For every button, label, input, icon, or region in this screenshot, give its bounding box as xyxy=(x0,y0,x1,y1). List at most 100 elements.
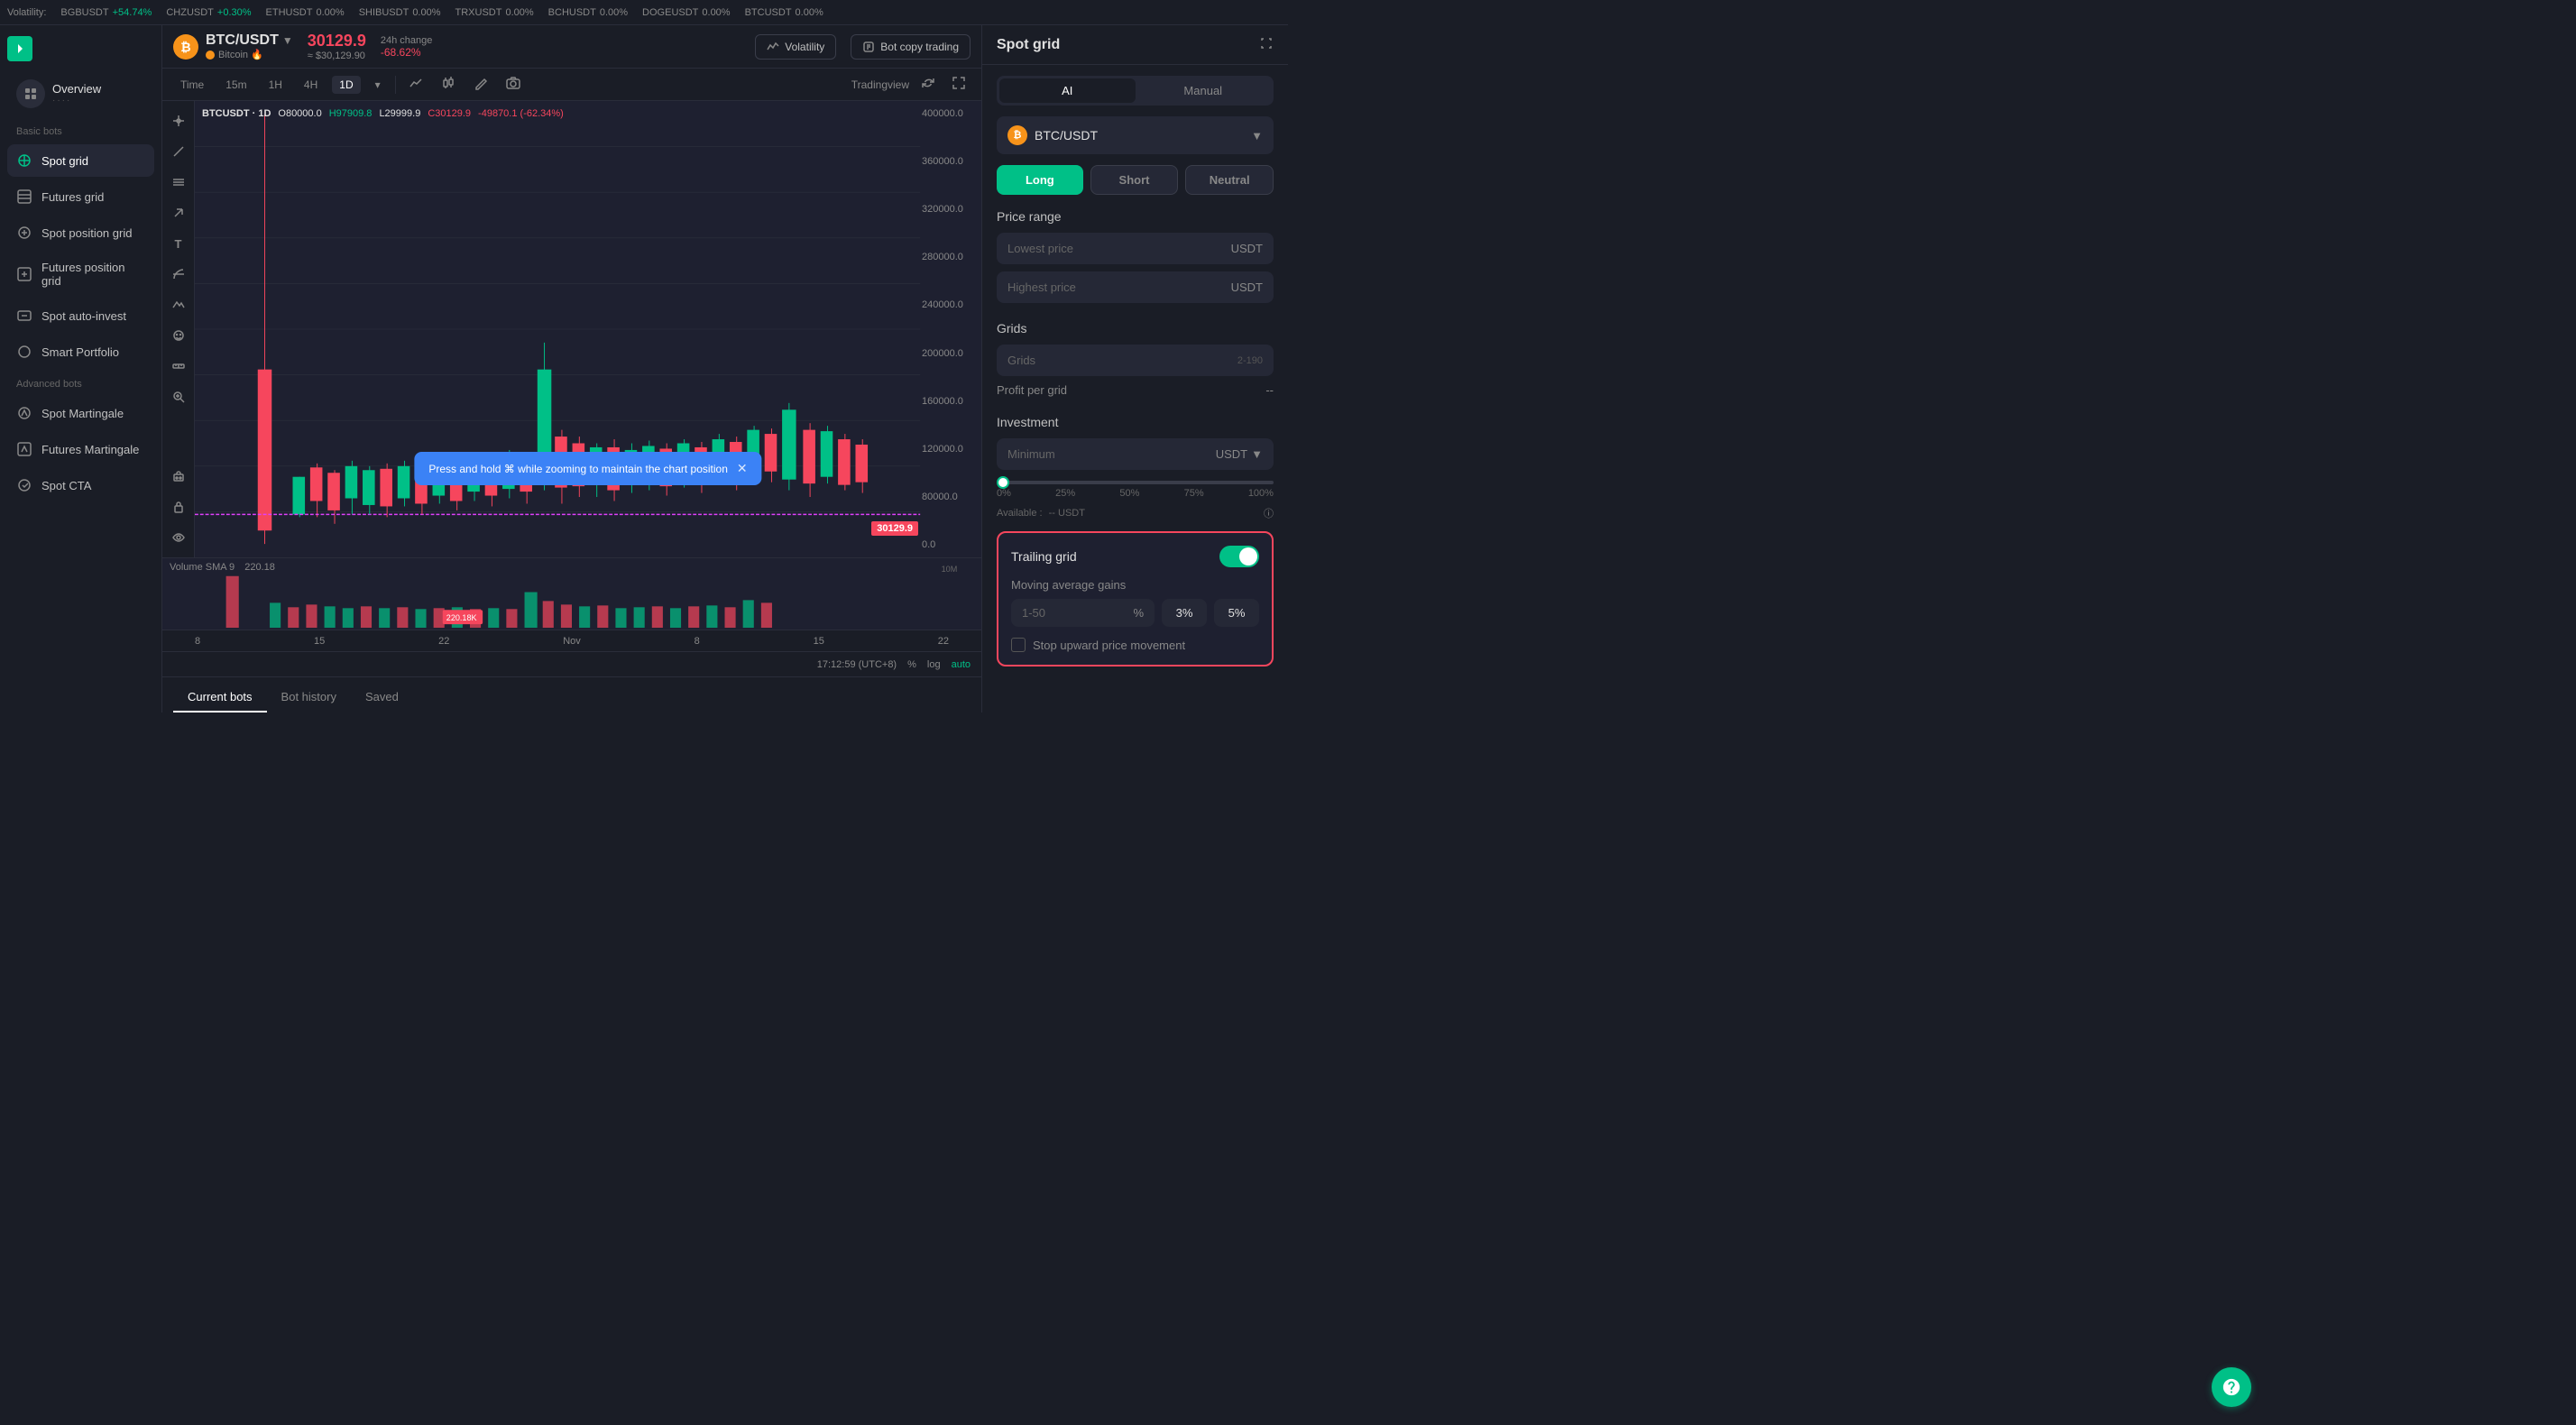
time-axis: 8 15 22 Nov 8 15 22 xyxy=(162,630,981,651)
lowest-price-unit: USDT xyxy=(1231,242,1263,255)
grids-section: Grids Grids 2-190 Profit per grid -- xyxy=(982,321,1288,415)
panel-expand-icon[interactable] xyxy=(1259,36,1274,53)
draw-tool-icon[interactable] xyxy=(468,72,493,97)
arrow-tool[interactable] xyxy=(166,200,191,225)
mode-tab-manual[interactable]: Manual xyxy=(1136,78,1272,103)
ma-val-5pct[interactable]: 5% xyxy=(1214,599,1259,627)
investment-amount-input[interactable]: Minimum USDT ▼ xyxy=(997,438,1274,470)
tab-saved[interactable]: Saved xyxy=(351,683,413,712)
horizontal-lines-tool[interactable] xyxy=(166,170,191,195)
mode-tab-ai[interactable]: AI xyxy=(999,78,1136,103)
tab-current-bots[interactable]: Current bots xyxy=(173,683,267,712)
timeframe-time[interactable]: Time xyxy=(173,76,211,94)
sidebar-item-futures-grid[interactable]: Futures grid xyxy=(7,180,154,213)
lock-icon[interactable] xyxy=(166,494,191,519)
slider-thumb[interactable] xyxy=(997,476,1009,489)
ma-range-input[interactable]: 1-50 % xyxy=(1011,599,1155,627)
available-balance-row: Available : -- USDT ⓘ xyxy=(997,506,1274,520)
timeframe-4h[interactable]: 4H xyxy=(297,76,325,94)
crosshair-tool[interactable] xyxy=(166,108,191,133)
investment-slider[interactable]: 0% 25% 50% 75% 100% xyxy=(997,481,1274,499)
timeframe-1h[interactable]: 1H xyxy=(262,76,290,94)
pair-selector[interactable]: ₿ BTC/USDT ▼ xyxy=(997,116,1274,154)
chart-type-line-icon[interactable] xyxy=(403,72,428,97)
spot-position-icon xyxy=(16,225,32,241)
sidebar-item-spot-grid[interactable]: Spot grid xyxy=(7,144,154,177)
lowest-price-input[interactable]: Lowest price USDT xyxy=(997,233,1274,264)
timeframe-1d[interactable]: 1D xyxy=(332,76,360,94)
sidebar-item-spot-cta[interactable]: Spot CTA xyxy=(7,469,154,501)
timeframe-more[interactable]: ▾ xyxy=(368,76,388,94)
ticker-item-eth[interactable]: ETHUSDT 0.00% xyxy=(266,7,345,18)
ticker-item-bgb[interactable]: BGBUSDT +54.74% xyxy=(60,7,152,18)
ohlc-low: L29999.9 xyxy=(379,108,420,119)
ruler-tool[interactable] xyxy=(166,354,191,379)
ticker-item-doge[interactable]: DOGEUSDT 0.00% xyxy=(642,7,731,18)
sidebar-item-spot-martingale[interactable]: Spot Martingale xyxy=(7,397,154,429)
ohlc-open: O80000.0 xyxy=(278,108,321,119)
trailing-grid-section: Trailing grid Moving average gains 1-50 … xyxy=(997,531,1274,667)
sidebar-item-label: Spot Martingale xyxy=(41,407,124,420)
sidebar-item-label: Futures Martingale xyxy=(41,443,139,456)
tab-bot-history[interactable]: Bot history xyxy=(267,683,351,712)
price-usd: ≈ $30,129.90 xyxy=(308,51,366,61)
sidebar-item-spot-auto-invest[interactable]: Spot auto-invest xyxy=(7,299,154,332)
sidebar-item-label: Smart Portfolio xyxy=(41,345,119,359)
chart-main[interactable]: BTCUSDT · 1D O80000.0 H97909.8 L29999.9 … xyxy=(195,101,981,557)
advanced-bots-label: Advanced bots xyxy=(7,372,154,393)
current-price: 30129.9 xyxy=(308,32,366,51)
pair-icon-small: ₿ xyxy=(1007,125,1027,145)
eye-icon[interactable] xyxy=(166,525,191,550)
price-level: 200000.0 xyxy=(922,348,978,359)
highest-price-input[interactable]: Highest price USDT xyxy=(997,271,1274,303)
ma-val-3pct[interactable]: 3% xyxy=(1162,599,1207,627)
change-label: 24h change xyxy=(381,35,433,46)
direction-neutral-button[interactable]: Neutral xyxy=(1185,165,1274,195)
direction-short-button[interactable]: Short xyxy=(1090,165,1179,195)
sidebar-item-futures-martingale[interactable]: Futures Martingale xyxy=(7,433,154,465)
investment-unit-button[interactable]: USDT ▼ xyxy=(1216,447,1263,461)
stop-upward-checkbox[interactable] xyxy=(1011,638,1026,652)
ticker-item-chz[interactable]: CHZUSDT +0.30% xyxy=(166,7,251,18)
ticker-bar: Volatility: BGBUSDT +54.74% CHZUSDT +0.3… xyxy=(0,0,1288,25)
ticker-item-btc[interactable]: BTCUSDT 0.00% xyxy=(745,7,823,18)
log-button[interactable]: log xyxy=(927,659,941,670)
sidebar-item-overview[interactable]: Overview ···· xyxy=(7,72,154,115)
sidebar-item-futures-position-grid[interactable]: Futures position grid xyxy=(7,253,154,296)
expand-icon[interactable] xyxy=(947,73,971,96)
text-tool[interactable]: T xyxy=(166,231,191,256)
pair-dropdown-icon[interactable]: ▼ xyxy=(282,34,293,47)
nav-expand-button[interactable] xyxy=(7,36,32,61)
tooltip-close-button[interactable]: ✕ xyxy=(737,461,748,476)
line-tool[interactable] xyxy=(166,139,191,164)
sidebar-item-smart-portfolio[interactable]: Smart Portfolio xyxy=(7,336,154,368)
bot-copy-trading-button[interactable]: Bot copy trading xyxy=(851,34,971,60)
available-info-icon[interactable]: ⓘ xyxy=(1264,506,1274,520)
ohlc-pair: BTCUSDT · 1D xyxy=(202,108,271,119)
camera-icon[interactable] xyxy=(501,72,526,97)
time-label: 15 xyxy=(814,636,824,647)
grids-input[interactable]: Grids 2-190 xyxy=(997,345,1274,376)
refresh-icon[interactable] xyxy=(916,73,940,96)
auto-button[interactable]: auto xyxy=(952,659,971,670)
ticker-item-bch[interactable]: BCHUSDT 0.00% xyxy=(548,7,628,18)
chart-type-candle-icon[interactable] xyxy=(436,72,461,97)
support-fab-button[interactable] xyxy=(2212,1367,2251,1407)
bot-icon[interactable] xyxy=(166,464,191,489)
pct-button[interactable]: % xyxy=(907,659,916,670)
toggle-knob xyxy=(1239,547,1257,565)
ohlc-high: H97909.8 xyxy=(329,108,373,119)
timeframe-15m[interactable]: 15m xyxy=(218,76,253,94)
volatility-button[interactable]: Volatility xyxy=(755,34,836,60)
zoom-tool[interactable] xyxy=(166,384,191,409)
direction-long-button[interactable]: Long xyxy=(997,165,1083,195)
ticker-item-shib[interactable]: SHIBUSDT 0.00% xyxy=(359,7,441,18)
sidebar-item-spot-position-grid[interactable]: Spot position grid xyxy=(7,216,154,249)
slider-label-0: 0% xyxy=(997,488,1011,499)
trailing-grid-toggle[interactable] xyxy=(1219,546,1259,567)
ticker-item-trx[interactable]: TRXUSDT 0.00% xyxy=(455,7,534,18)
fibonacci-tool[interactable] xyxy=(166,262,191,287)
smart-portfolio-icon xyxy=(16,344,32,360)
pattern-tool[interactable] xyxy=(166,292,191,317)
emoji-tool[interactable] xyxy=(166,323,191,348)
